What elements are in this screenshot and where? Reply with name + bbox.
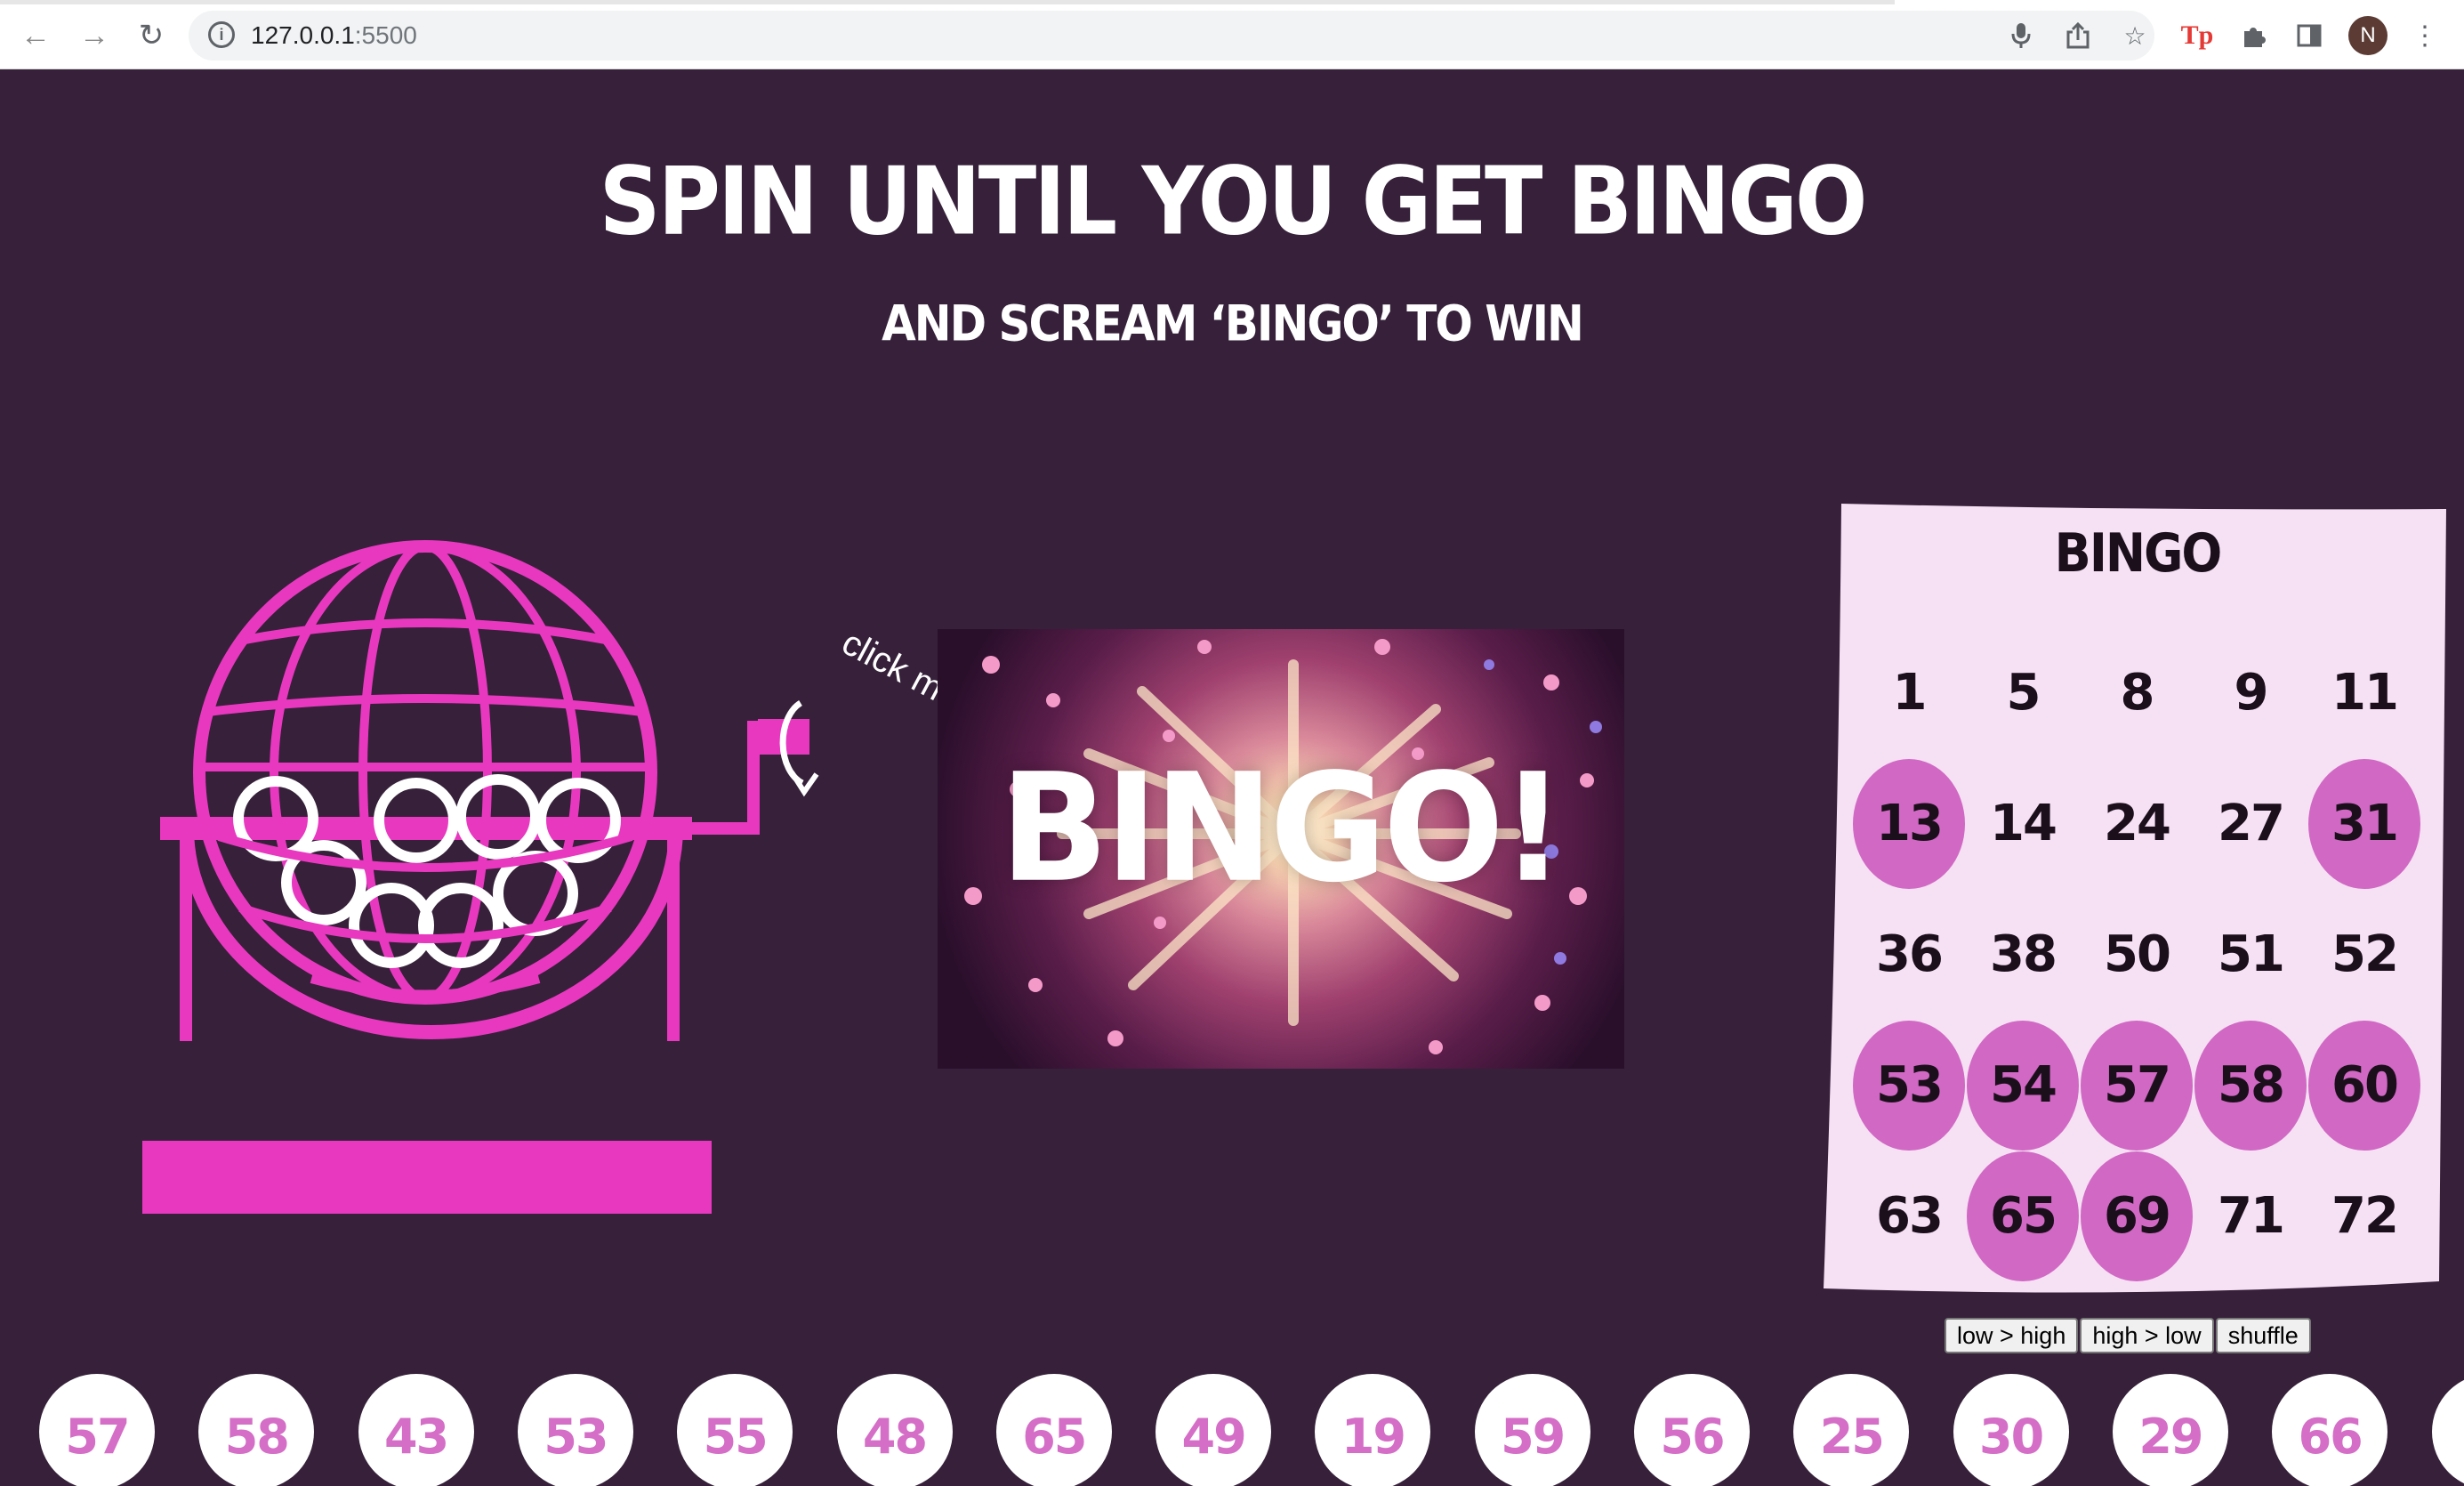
card-cell[interactable]: 14 xyxy=(1966,758,2080,889)
card-cell[interactable]: 31 xyxy=(2307,758,2421,889)
bingo-cage-icon[interactable] xyxy=(133,534,863,1228)
card-cell[interactable]: 52 xyxy=(2307,889,2421,1020)
drawn-balls-row: 57 58 43 53 55 48 65 49 19 59 56 25 30 29 66 xyxy=(39,1374,2464,1486)
card-cell[interactable]: 38 xyxy=(1966,889,2080,1020)
bingo-banner-text: BINGO! xyxy=(1000,740,1566,916)
card-number: 51 xyxy=(2218,925,2285,983)
extensions-puzzle-icon[interactable] xyxy=(2235,16,2274,55)
side-panel-icon[interactable] xyxy=(2290,16,2329,55)
share-icon[interactable] xyxy=(2064,21,2092,50)
drawn-ball: 19 xyxy=(1315,1374,1431,1486)
card-number-grid: 1 5 8 9 11 13 14 24 27 31 36 38 50 51 52 53 54 57 58 60 63 65… xyxy=(1852,627,2421,1281)
shuffle-button[interactable]: shuffle xyxy=(2215,1318,2311,1353)
bingo-fireworks-banner: BINGO! xyxy=(938,629,1624,1069)
card-cell[interactable]: 8 xyxy=(2080,627,2194,758)
bingo-card: BINGO 1 5 8 9 11 13 14 24 27 31 36 38 50 51 52 53 54 57 58… xyxy=(1824,498,2452,1299)
drawn-ball: 43 xyxy=(358,1374,474,1486)
browser-toolbar: ← → ↻ i 127.0.0.1:5500 ☆ Tp N ⋮ xyxy=(0,0,2464,69)
forward-arrow-icon[interactable]: → xyxy=(75,16,114,55)
card-number-marked: 65 xyxy=(1967,1151,2079,1281)
drawn-ball: 55 xyxy=(677,1374,793,1486)
profile-avatar[interactable]: N xyxy=(2348,16,2388,55)
card-cell[interactable]: 65 xyxy=(1966,1151,2080,1281)
card-cell[interactable]: 50 xyxy=(2080,889,2194,1020)
drawn-ball: 25 xyxy=(1793,1374,1910,1486)
page-subtitle: AND SCREAM ‘BINGO’ TO WIN xyxy=(882,295,1584,352)
card-number: 63 xyxy=(1876,1187,1944,1245)
card-number: 72 xyxy=(2331,1187,2399,1245)
drawn-ball: 65 xyxy=(995,1374,1112,1486)
card-cell[interactable]: 72 xyxy=(2307,1151,2421,1281)
drawn-ball: 30 xyxy=(1953,1374,2069,1486)
microphone-icon[interactable] xyxy=(2007,21,2035,50)
card-number-marked: 53 xyxy=(1853,1020,1965,1151)
card-number-marked: 31 xyxy=(2308,758,2420,889)
sort-low-high-button[interactable]: low > high xyxy=(1945,1318,2079,1353)
address-bar[interactable]: i 127.0.0.1:5500 ☆ xyxy=(189,11,2154,61)
card-cell[interactable]: 60 xyxy=(2307,1020,2421,1151)
drawn-ball: 29 xyxy=(2112,1374,2228,1486)
drawn-ball: 53 xyxy=(517,1374,633,1486)
card-number-marked: 60 xyxy=(2308,1020,2420,1151)
card-number: 8 xyxy=(2120,664,2155,722)
card-cell[interactable]: 13 xyxy=(1852,758,1966,889)
card-number: 50 xyxy=(2104,925,2171,983)
menu-dots-icon[interactable]: ⋮ xyxy=(2405,16,2444,55)
site-info-icon[interactable]: i xyxy=(208,21,235,48)
card-number-marked: 69 xyxy=(2081,1151,2193,1281)
card-number: 52 xyxy=(2331,925,2399,983)
card-number-marked: 54 xyxy=(1967,1020,2079,1151)
card-number: 36 xyxy=(1876,925,1944,983)
loading-bar xyxy=(0,0,1895,4)
bookmark-star-icon[interactable]: ☆ xyxy=(2121,21,2149,50)
tp-extension-icon[interactable]: Tp xyxy=(2178,16,2217,55)
page-title: SPIN UNTIL YOU GET BINGO xyxy=(599,146,1867,256)
sort-button-group: low > high high > low shuffle xyxy=(1945,1318,2311,1353)
drawn-ball: 48 xyxy=(836,1374,953,1486)
card-cell[interactable]: 27 xyxy=(2194,758,2307,889)
card-cell[interactable]: 63 xyxy=(1852,1151,1966,1281)
drawn-ball: 58 xyxy=(198,1374,315,1486)
reload-icon[interactable]: ↻ xyxy=(132,16,171,55)
card-number: 24 xyxy=(2104,795,2171,852)
drawn-ball: 57 xyxy=(39,1374,155,1486)
card-title: BINGO xyxy=(2054,521,2223,585)
card-number-marked: 58 xyxy=(2194,1020,2307,1151)
card-cell[interactable]: 57 xyxy=(2080,1020,2194,1151)
card-cell[interactable]: 9 xyxy=(2194,627,2307,758)
sort-high-low-button[interactable]: high > low xyxy=(2080,1318,2214,1353)
card-number-marked: 57 xyxy=(2081,1020,2193,1151)
card-cell[interactable]: 24 xyxy=(2080,758,2194,889)
card-cell[interactable]: 51 xyxy=(2194,889,2307,1020)
card-cell[interactable]: 54 xyxy=(1966,1020,2080,1151)
card-number: 14 xyxy=(1990,795,2057,852)
drawn-ball: 66 xyxy=(2272,1374,2388,1486)
card-cell[interactable]: 1 xyxy=(1852,627,1966,758)
card-cell[interactable]: 53 xyxy=(1852,1020,1966,1151)
card-number: 27 xyxy=(2218,795,2285,852)
card-cell[interactable]: 36 xyxy=(1852,889,1966,1020)
card-number: 71 xyxy=(2218,1187,2285,1245)
url-text[interactable]: 127.0.0.1:5500 xyxy=(251,21,417,50)
card-cell[interactable]: 11 xyxy=(2307,627,2421,758)
card-number: 11 xyxy=(2331,664,2399,722)
drawn-ball: 59 xyxy=(1474,1374,1590,1486)
card-number: 38 xyxy=(1990,925,2057,983)
card-number-marked: 13 xyxy=(1853,758,1965,889)
drawn-ball: 49 xyxy=(1156,1374,1272,1486)
back-arrow-icon[interactable]: ← xyxy=(16,16,55,55)
drawn-ball xyxy=(2431,1374,2464,1486)
card-number: 5 xyxy=(2006,664,2041,722)
card-number: 9 xyxy=(2234,664,2269,722)
card-cell[interactable]: 71 xyxy=(2194,1151,2307,1281)
card-cell[interactable]: 69 xyxy=(2080,1151,2194,1281)
card-number: 1 xyxy=(1892,664,1928,722)
card-cell[interactable]: 5 xyxy=(1966,627,2080,758)
drawn-ball: 56 xyxy=(1634,1374,1750,1486)
card-cell[interactable]: 58 xyxy=(2194,1020,2307,1151)
